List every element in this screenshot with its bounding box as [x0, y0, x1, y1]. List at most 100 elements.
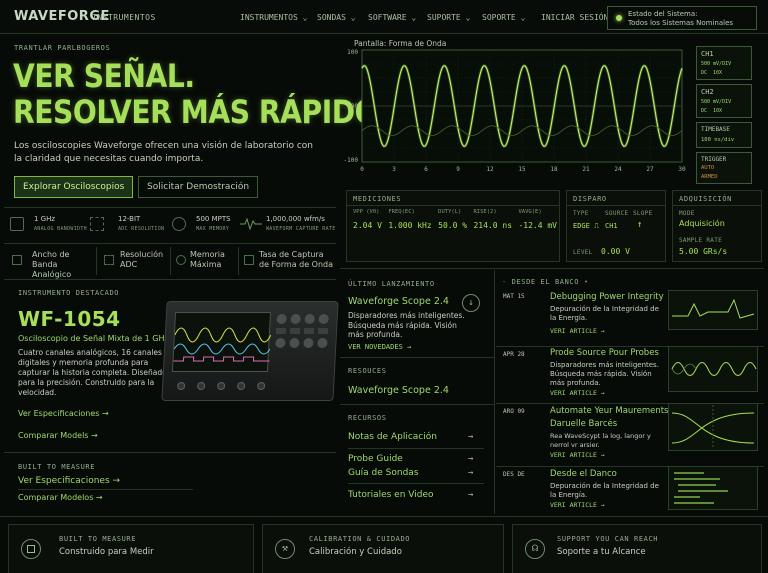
- resources-title[interactable]: Waveforge Scope 2.4: [348, 385, 449, 396]
- label-bandwidth: Ancho de Banda Analógico: [32, 250, 72, 279]
- headset-icon: ☊: [525, 539, 545, 559]
- trigger-panel: DISPARO TYPE EDGE ⎍ SOURCE CH1 SLOPE ↑ L…: [566, 190, 666, 262]
- measurement-key: RISE(2): [473, 209, 497, 215]
- nav-item-suporte[interactable]: SUPORTE ⌄: [427, 13, 470, 22]
- measurement-col: RISE(2) 214.0 ns: [473, 209, 512, 230]
- system-status-badge[interactable]: Estado del Sistema: Todos los Sistemas N…: [607, 6, 757, 30]
- footer-card-support[interactable]: ☊ SUPPORT YOU CAN REACH Soporte a tu Alc…: [512, 524, 762, 573]
- post4-thumb[interactable]: [668, 466, 758, 510]
- timebase-control[interactable]: TIMEBASE 100 ns/div: [696, 122, 752, 148]
- waveform-icon: [240, 218, 262, 230]
- oscilloscope-product-image[interactable]: [161, 301, 339, 401]
- nav-item-soporte[interactable]: SOPORTE ⌄: [482, 13, 525, 22]
- compare-models-link[interactable]: Comparar Models →: [18, 431, 98, 440]
- x-tick-label: 18: [550, 166, 558, 173]
- recursos-arrow-2[interactable]: →: [468, 468, 473, 478]
- nav-item-sondas[interactable]: SONDAS ⌄: [317, 13, 356, 22]
- post3-title[interactable]: Automate Yeur Maurements: [550, 406, 669, 416]
- trig-slope-key: SLOPE: [633, 210, 653, 217]
- post2-thumb[interactable]: [668, 346, 758, 392]
- view-specs-link[interactable]: Ver Especificaciones →: [18, 409, 109, 418]
- featured-description: Cuatro canales analógicos, 16 canales di…: [18, 348, 167, 397]
- blog-post-3[interactable]: ARO 09 Automate Yeur Maurements Daruelle…: [496, 403, 764, 465]
- blog-post-2[interactable]: APR 28 Prode Source Pour Probes Disparad…: [496, 346, 764, 402]
- built-compare-link[interactable]: Comparar Modelos →: [18, 493, 103, 502]
- memory-icon: [172, 217, 186, 231]
- post1-link[interactable]: VERI ARTICLE →: [550, 327, 605, 335]
- built-view-specs-link[interactable]: Ver Especificaciones →: [18, 476, 120, 486]
- waveform-plot[interactable]: 100 00 -1000 3 6 9 12 15 18 21 24 27 30: [340, 46, 692, 180]
- ch2-scale: 500 mV/DIV: [701, 99, 732, 105]
- trig-source-value[interactable]: CH1: [605, 222, 618, 230]
- adc-sm-icon: [104, 255, 114, 265]
- post2-title[interactable]: Prode Source Pour Probes: [550, 348, 659, 358]
- x-tick-label: 21: [582, 166, 590, 173]
- hero-description: Los osciloscopies Waveforge ofrecen una …: [14, 141, 313, 164]
- post2-link[interactable]: VERI ARTICLE →: [550, 389, 605, 397]
- footer-support-eyebrow: SUPPORT YOU CAN REACH: [557, 535, 659, 543]
- blog-post-1[interactable]: MAT 15 Debugging Power Integrity Depurac…: [496, 290, 764, 342]
- recursos-item-probe-guide[interactable]: Probe Guide: [348, 454, 403, 464]
- footer-calibration-title: Calibración y Cuidado: [309, 547, 402, 557]
- launch-title[interactable]: Waveforge Scope 2.4: [348, 296, 449, 307]
- post3-title2[interactable]: Daruelle Barcés: [550, 419, 617, 429]
- footer-built-eyebrow: BUILT TO MEASURE: [59, 535, 137, 543]
- ch2-control[interactable]: CH2 500 mV/DIV DC 10X: [696, 84, 752, 118]
- brand-sub: INSTRUMENTOS: [92, 13, 156, 22]
- nav-item-software[interactable]: SOFTWARE ⌄: [368, 13, 416, 22]
- y-tick-label: 100: [347, 49, 358, 56]
- x-tick-label: 0: [360, 166, 364, 173]
- trig-slope-value[interactable]: ↑: [637, 220, 642, 230]
- blog-post-4[interactable]: DES DE Desde el Danco Depuración de la I…: [496, 466, 764, 514]
- post4-title[interactable]: Desde el Danco: [550, 469, 617, 479]
- acquisition-panel: ADQUISICIÓN MODE Adquisición SAMPLE RATE…: [672, 190, 762, 262]
- measurement-col: VAVG(E) -12.4 mV: [518, 209, 557, 230]
- resources-block: RESOUCES Waveforge Scope 2.4: [340, 359, 494, 403]
- recursos-arrow-1[interactable]: →: [468, 454, 473, 464]
- post4-link[interactable]: VERI ARTICLE →: [550, 501, 605, 509]
- footer-card-calibration[interactable]: ⚒ CALIBRATION & CUIDADO Calibración y Cu…: [262, 524, 504, 573]
- scope-display-panel: Pantalla: Forma de Onda 100 00 -100 0 3 6 9 12 1…: [340, 36, 764, 184]
- from-the-bench: - DESDE EL BANCO • MAT 15 Debugging Powe…: [496, 270, 764, 514]
- ch1-control[interactable]: CH1 500 mV/DIV DC 10X: [696, 46, 752, 80]
- measurement-value[interactable]: 2.04 V: [353, 221, 382, 230]
- product-screen-waves: [173, 327, 272, 362]
- nav-item-login[interactable]: INICIAR SESIÓN: [541, 13, 608, 22]
- footer-card-built[interactable]: BUILT TO MEASURE Construido para Medir: [8, 524, 254, 573]
- featured-model: WF-1054: [18, 307, 121, 331]
- status-line2: Todos los Sistemas Nominales: [628, 19, 734, 27]
- spec-labels-row: Ancho de Banda Analógico Resolución ADC …: [4, 245, 336, 279]
- explore-scopes-button[interactable]: Explorar Osciloscopios: [14, 176, 134, 198]
- label-capture: Tasa de Captura de Forma de Onda: [259, 250, 334, 269]
- post3-thumb[interactable]: [668, 403, 758, 451]
- ch2-coupling: DC 10X: [701, 108, 723, 114]
- measurement-value[interactable]: 214.0 ns: [473, 221, 512, 230]
- measurement-value[interactable]: 1.000 kHz: [388, 221, 431, 230]
- blog-dot-icon: •: [579, 278, 589, 286]
- measurement-value[interactable]: 50.0 %: [438, 221, 467, 230]
- acq-rate-value[interactable]: 5.00 GRs/s: [679, 247, 727, 256]
- trig-type-value[interactable]: EDGE ⎍: [573, 222, 599, 231]
- recursos-item-app-notes[interactable]: Notas de Aplicación: [348, 432, 437, 442]
- recursos-item-videos[interactable]: Tutoriales en Video: [348, 490, 434, 500]
- x-tick-label: 24: [614, 166, 622, 173]
- post1-thumb[interactable]: [668, 290, 758, 330]
- hero-section: TRANTLAR PARLBOGEROS VER SEÑAL. RESOLVER…: [4, 36, 388, 204]
- trig-level-value[interactable]: 0.00 V: [601, 247, 630, 256]
- bandwidth-sm-icon: [12, 255, 22, 265]
- acq-mode-value[interactable]: Adquisición: [679, 219, 725, 228]
- request-demo-button[interactable]: Solicitar Demostración: [138, 176, 259, 198]
- post1-title[interactable]: Debugging Power Integrity: [550, 292, 664, 302]
- recursos-arrow-0[interactable]: →: [468, 432, 473, 442]
- download-icon[interactable]: ↓: [462, 294, 480, 312]
- recursos-arrow-3[interactable]: →: [468, 490, 473, 500]
- x-tick-label: 12: [486, 166, 494, 173]
- recursos-eyebrow: RECURSOS: [348, 414, 387, 422]
- nav-item-instrumentos[interactable]: INSTRUMENTOS ⌄: [240, 13, 307, 22]
- trigger-control[interactable]: TRIGGER AUTO ARMED: [696, 152, 752, 184]
- whats-new-link[interactable]: VER NOVEDADES →: [348, 343, 411, 351]
- measurement-value[interactable]: -12.4 mV: [518, 221, 557, 230]
- label-adc: Resolución ADC: [120, 250, 164, 269]
- post3-link[interactable]: VERI ARTICLE →: [550, 451, 605, 459]
- recursos-item-probe-guia[interactable]: Guía de Sondas: [348, 468, 419, 478]
